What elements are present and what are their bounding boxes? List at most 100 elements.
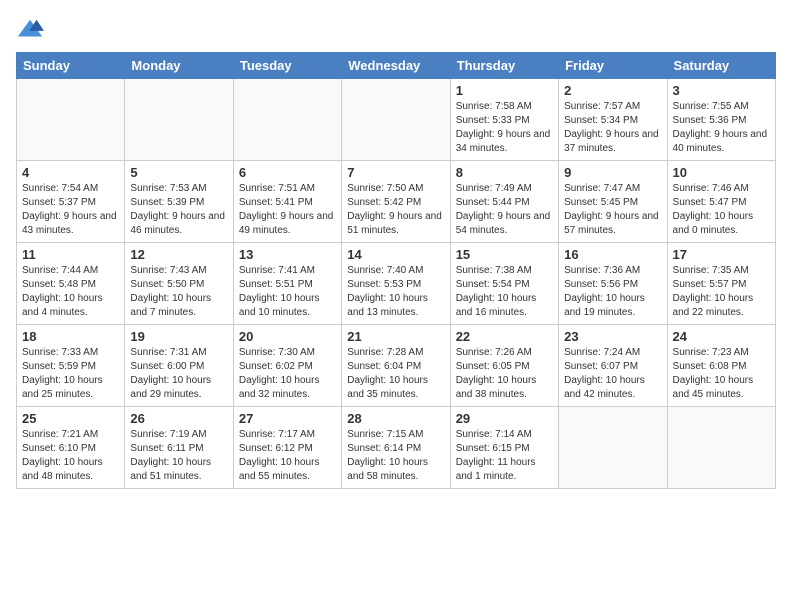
calendar-cell: 3Sunrise: 7:55 AM Sunset: 5:36 PM Daylig…	[667, 79, 775, 161]
calendar-cell: 8 Sunrise: 7:49 AM Sunset: 5:44 PM Daylig…	[450, 161, 558, 243]
day-number: 29	[456, 411, 553, 426]
page-header	[16, 16, 776, 44]
calendar-cell: 5Sunrise: 7:53 AM Sunset: 5:39 PM Daylig…	[125, 161, 233, 243]
day-info: Sunrise: 7:50 AM Sunset: 5:42 PM Dayligh…	[347, 182, 444, 238]
day-info: Sunrise: 7:26 AM Sunset: 6:05 PM Dayligh…	[456, 346, 553, 402]
header-day-friday: Friday	[559, 53, 667, 79]
calendar-cell	[559, 407, 667, 489]
calendar-cell: 6 Sunrise: 7:51 AM Sunset: 5:41 PM Daylig…	[233, 161, 341, 243]
day-info: Sunrise: 7:36 AM Sunset: 5:56 PM Dayligh…	[564, 264, 661, 320]
week-row-1: 4 Sunrise: 7:54 AM Sunset: 5:37 PM Daylig…	[17, 161, 776, 243]
day-number: 7	[347, 165, 444, 180]
calendar-cell	[17, 79, 125, 161]
calendar-cell: 15 Sunrise: 7:38 AM Sunset: 5:54 PM Dayli…	[450, 243, 558, 325]
day-info: Sunrise: 7:24 AM Sunset: 6:07 PM Dayligh…	[564, 346, 661, 402]
day-info: Sunrise: 7:14 AM Sunset: 6:15 PM Dayligh…	[456, 428, 553, 484]
calendar-cell: 14Sunrise: 7:40 AM Sunset: 5:53 PM Dayli…	[342, 243, 450, 325]
day-info: Sunrise: 7:51 AM Sunset: 5:41 PM Dayligh…	[239, 182, 336, 238]
calendar-cell: 24 Sunrise: 7:23 AM Sunset: 6:08 PM Dayli…	[667, 325, 775, 407]
day-number: 22	[456, 329, 553, 344]
day-info: Sunrise: 7:53 AM Sunset: 5:39 PM Dayligh…	[130, 182, 227, 238]
day-number: 20	[239, 329, 336, 344]
calendar-cell: 10Sunrise: 7:46 AM Sunset: 5:47 PM Dayli…	[667, 161, 775, 243]
day-number: 2	[564, 83, 661, 98]
day-number: 23	[564, 329, 661, 344]
logo-icon	[16, 16, 44, 44]
day-info: Sunrise: 7:43 AM Sunset: 5:50 PM Dayligh…	[130, 264, 227, 320]
calendar-cell: 25 Sunrise: 7:21 AM Sunset: 6:10 PM Dayli…	[17, 407, 125, 489]
header-day-thursday: Thursday	[450, 53, 558, 79]
calendar-table: SundayMondayTuesdayWednesdayThursdayFrid…	[16, 52, 776, 489]
header-day-wednesday: Wednesday	[342, 53, 450, 79]
calendar-cell: 4 Sunrise: 7:54 AM Sunset: 5:37 PM Daylig…	[17, 161, 125, 243]
day-number: 13	[239, 247, 336, 262]
calendar-cell: 11 Sunrise: 7:44 AM Sunset: 5:48 PM Dayli…	[17, 243, 125, 325]
header-row: SundayMondayTuesdayWednesdayThursdayFrid…	[17, 53, 776, 79]
calendar-cell: 13 Sunrise: 7:41 AM Sunset: 5:51 PM Dayli…	[233, 243, 341, 325]
day-number: 15	[456, 247, 553, 262]
day-info: Sunrise: 7:38 AM Sunset: 5:54 PM Dayligh…	[456, 264, 553, 320]
calendar-cell: 23 Sunrise: 7:24 AM Sunset: 6:07 PM Dayli…	[559, 325, 667, 407]
day-number: 11	[22, 247, 119, 262]
day-info: Sunrise: 7:33 AM Sunset: 5:59 PM Dayligh…	[22, 346, 119, 402]
day-number: 21	[347, 329, 444, 344]
calendar-cell	[667, 407, 775, 489]
day-info: Sunrise: 7:41 AM Sunset: 5:51 PM Dayligh…	[239, 264, 336, 320]
day-info: Sunrise: 7:28 AM Sunset: 6:04 PM Dayligh…	[347, 346, 444, 402]
calendar-cell: 16 Sunrise: 7:36 AM Sunset: 5:56 PM Dayli…	[559, 243, 667, 325]
day-number: 8	[456, 165, 553, 180]
calendar-cell: 7 Sunrise: 7:50 AM Sunset: 5:42 PM Daylig…	[342, 161, 450, 243]
day-number: 19	[130, 329, 227, 344]
day-info: Sunrise: 7:47 AM Sunset: 5:45 PM Dayligh…	[564, 182, 661, 238]
day-info: Sunrise: 7:49 AM Sunset: 5:44 PM Dayligh…	[456, 182, 553, 238]
day-info: Sunrise: 7:19 AM Sunset: 6:11 PM Dayligh…	[130, 428, 227, 484]
day-info: Sunrise: 7:58 AM Sunset: 5:33 PM Dayligh…	[456, 100, 553, 156]
header-day-saturday: Saturday	[667, 53, 775, 79]
calendar-cell: 27 Sunrise: 7:17 AM Sunset: 6:12 PM Dayli…	[233, 407, 341, 489]
day-number: 12	[130, 247, 227, 262]
calendar-cell: 18 Sunrise: 7:33 AM Sunset: 5:59 PM Dayli…	[17, 325, 125, 407]
day-info: Sunrise: 7:23 AM Sunset: 6:08 PM Dayligh…	[673, 346, 770, 402]
week-row-0: 1 Sunrise: 7:58 AM Sunset: 5:33 PM Daylig…	[17, 79, 776, 161]
day-number: 3	[673, 83, 770, 98]
calendar-cell: 26 Sunrise: 7:19 AM Sunset: 6:11 PM Dayli…	[125, 407, 233, 489]
calendar-cell	[125, 79, 233, 161]
week-row-4: 25 Sunrise: 7:21 AM Sunset: 6:10 PM Dayli…	[17, 407, 776, 489]
calendar-cell: 21 Sunrise: 7:28 AM Sunset: 6:04 PM Dayli…	[342, 325, 450, 407]
day-info: Sunrise: 7:57 AM Sunset: 5:34 PM Dayligh…	[564, 100, 661, 156]
day-number: 6	[239, 165, 336, 180]
day-info: Sunrise: 7:15 AM Sunset: 6:14 PM Dayligh…	[347, 428, 444, 484]
day-info: Sunrise: 7:31 AM Sunset: 6:00 PM Dayligh…	[130, 346, 227, 402]
calendar-cell: 17Sunrise: 7:35 AM Sunset: 5:57 PM Dayli…	[667, 243, 775, 325]
day-number: 16	[564, 247, 661, 262]
day-number: 27	[239, 411, 336, 426]
calendar-cell	[342, 79, 450, 161]
calendar-cell: 29 Sunrise: 7:14 AM Sunset: 6:15 PM Dayli…	[450, 407, 558, 489]
calendar-cell: 2 Sunrise: 7:57 AM Sunset: 5:34 PM Daylig…	[559, 79, 667, 161]
header-day-monday: Monday	[125, 53, 233, 79]
calendar-cell: 28 Sunrise: 7:15 AM Sunset: 6:14 PM Dayli…	[342, 407, 450, 489]
calendar-cell: 9 Sunrise: 7:47 AM Sunset: 5:45 PM Daylig…	[559, 161, 667, 243]
day-number: 9	[564, 165, 661, 180]
calendar-cell: 20Sunrise: 7:30 AM Sunset: 6:02 PM Dayli…	[233, 325, 341, 407]
day-info: Sunrise: 7:17 AM Sunset: 6:12 PM Dayligh…	[239, 428, 336, 484]
day-number: 4	[22, 165, 119, 180]
logo	[16, 16, 48, 44]
day-number: 1	[456, 83, 553, 98]
calendar-cell	[233, 79, 341, 161]
calendar-cell: 1 Sunrise: 7:58 AM Sunset: 5:33 PM Daylig…	[450, 79, 558, 161]
day-info: Sunrise: 7:46 AM Sunset: 5:47 PM Dayligh…	[673, 182, 770, 238]
calendar-cell: 12 Sunrise: 7:43 AM Sunset: 5:50 PM Dayli…	[125, 243, 233, 325]
day-number: 28	[347, 411, 444, 426]
day-number: 25	[22, 411, 119, 426]
day-info: Sunrise: 7:54 AM Sunset: 5:37 PM Dayligh…	[22, 182, 119, 238]
day-number: 24	[673, 329, 770, 344]
header-day-sunday: Sunday	[17, 53, 125, 79]
day-number: 17	[673, 247, 770, 262]
header-day-tuesday: Tuesday	[233, 53, 341, 79]
day-number: 18	[22, 329, 119, 344]
day-info: Sunrise: 7:44 AM Sunset: 5:48 PM Dayligh…	[22, 264, 119, 320]
week-row-2: 11 Sunrise: 7:44 AM Sunset: 5:48 PM Dayli…	[17, 243, 776, 325]
day-info: Sunrise: 7:21 AM Sunset: 6:10 PM Dayligh…	[22, 428, 119, 484]
day-number: 26	[130, 411, 227, 426]
